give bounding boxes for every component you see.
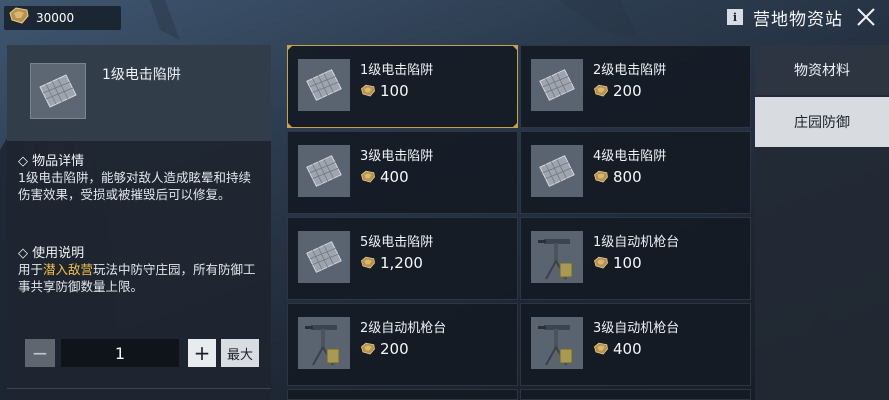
- item-thumbnail: [531, 145, 583, 197]
- trap-icon: [539, 69, 575, 101]
- item-detail-panel: 1级电击陷阱 ◇ 物品详情 1级电击陷阱，能够对敌人造成眩晕和持续伤害效果，受损…: [7, 45, 271, 400]
- usage-text: 用于潜入敌营玩法中防守庄园，所有防御工事共享防御数量上限。: [18, 261, 263, 295]
- item-price: 400: [593, 340, 642, 358]
- item-thumbnail: [531, 231, 583, 283]
- quantity-stepper: − 1 + 最大: [25, 337, 265, 369]
- item-name: 1级自动机枪台: [593, 235, 680, 250]
- item-thumbnail: [30, 63, 86, 119]
- quantity-field[interactable]: 1: [61, 339, 179, 367]
- gem-icon: [594, 84, 608, 97]
- item-name: 4级电击陷阱: [593, 149, 667, 164]
- gem-icon: [361, 256, 375, 269]
- gem-icon: [361, 342, 375, 355]
- item-grid: 1级电击陷阱 100 2级电击陷阱 200 3级电击陷阱 400 4级电击陷阱 …: [287, 45, 751, 400]
- corner-mark: [512, 122, 518, 128]
- turret-icon: [538, 239, 573, 280]
- item-thumbnail: [531, 317, 583, 369]
- item-name: 2级自动机枪台: [360, 321, 447, 336]
- corner-mark: [512, 45, 518, 51]
- item-price: 200: [593, 82, 642, 100]
- item-card[interactable]: 4级电击陷阱 800: [520, 131, 751, 214]
- increase-button[interactable]: +: [188, 339, 216, 367]
- item-price: 200: [360, 340, 409, 358]
- item-thumbnail: [531, 59, 583, 111]
- item-thumbnail: [298, 231, 350, 283]
- item-detail-header: 1级电击陷阱: [7, 45, 271, 141]
- item-price: 100: [360, 82, 409, 100]
- gem-icon: [361, 84, 375, 97]
- item-price: 800: [593, 168, 642, 186]
- usage-highlight: 潜入敌营: [43, 262, 94, 277]
- max-button[interactable]: 最大: [221, 339, 259, 367]
- item-card[interactable]: 1级自动机枪台 100: [520, 217, 751, 300]
- trap-icon: [306, 241, 342, 273]
- item-name: 2级电击陷阱: [593, 63, 667, 78]
- gem-icon: [361, 170, 375, 183]
- item-thumbnail: [298, 145, 350, 197]
- corner-mark: [287, 122, 293, 128]
- item-card[interactable]: 2级电击陷阱 200: [520, 45, 751, 128]
- page-title: 营地物资站: [753, 9, 843, 30]
- trap-icon: [539, 155, 575, 187]
- item-card[interactable]: 1级电击陷阱 100: [287, 45, 518, 128]
- item-price-value: 200: [380, 340, 409, 358]
- currency-display: 30000: [4, 6, 121, 30]
- usage-heading: ◇ 使用说明: [18, 246, 85, 261]
- item-thumbnail: [298, 59, 350, 111]
- item-price: 1,200: [360, 254, 423, 272]
- item-price-value: 400: [380, 168, 409, 186]
- item-price-value: 100: [380, 82, 409, 100]
- item-card[interactable]: 3级自动机枪台 400: [520, 303, 751, 386]
- item-name: 1级电击陷阱: [102, 67, 181, 83]
- item-price-value: 1,200: [380, 254, 423, 272]
- item-price-value: 400: [613, 340, 642, 358]
- item-card[interactable]: 5级电击陷阱 1,200: [287, 217, 518, 300]
- corner-mark: [287, 45, 293, 51]
- item-card[interactable]: 3级电击陷阱 400: [287, 131, 518, 214]
- currency-amount: 30000: [36, 11, 75, 25]
- close-button[interactable]: [849, 2, 883, 32]
- info-button[interactable]: i: [727, 9, 743, 25]
- item-price-value: 200: [613, 82, 642, 100]
- gem-icon: [594, 342, 608, 355]
- item-details-text: 1级电击陷阱，能够对敌人造成眩晕和持续伤害效果，受损或被摧毁后可以修复。: [18, 170, 251, 202]
- header-title-group: i 营地物资站: [727, 4, 843, 30]
- item-card[interactable]: 2级自动机枪台 200: [287, 303, 518, 386]
- item-card[interactable]: [520, 389, 751, 400]
- trap-icon: [306, 155, 342, 187]
- gem-icon: [594, 256, 608, 269]
- detail-footer-divider: [7, 388, 271, 400]
- gem-icon: [8, 7, 30, 29]
- item-price: 100: [593, 254, 642, 272]
- item-details-heading: ◇ 物品详情: [18, 154, 85, 169]
- item-thumbnail: [298, 317, 350, 369]
- item-price-value: 800: [613, 168, 642, 186]
- item-price-value: 100: [613, 254, 642, 272]
- item-price: 400: [360, 168, 409, 186]
- trap-icon: [39, 74, 77, 108]
- item-name: 5级电击陷阱: [360, 235, 434, 250]
- trap-icon: [306, 69, 342, 101]
- turret-icon: [538, 325, 573, 366]
- close-icon: [857, 8, 875, 26]
- usage-text-prefix: 用于: [18, 262, 44, 277]
- item-card[interactable]: [287, 389, 518, 400]
- gem-icon: [594, 170, 608, 183]
- item-name: 3级自动机枪台: [593, 321, 680, 336]
- turret-icon: [305, 325, 340, 366]
- category-tabs: 物资材料 庄园防御: [755, 45, 889, 400]
- tab-manor-defense[interactable]: 庄园防御: [755, 97, 889, 147]
- item-name: 3级电击陷阱: [360, 149, 434, 164]
- item-name: 1级电击陷阱: [360, 63, 434, 78]
- decrease-button[interactable]: −: [25, 339, 55, 367]
- tab-materials[interactable]: 物资材料: [755, 45, 889, 95]
